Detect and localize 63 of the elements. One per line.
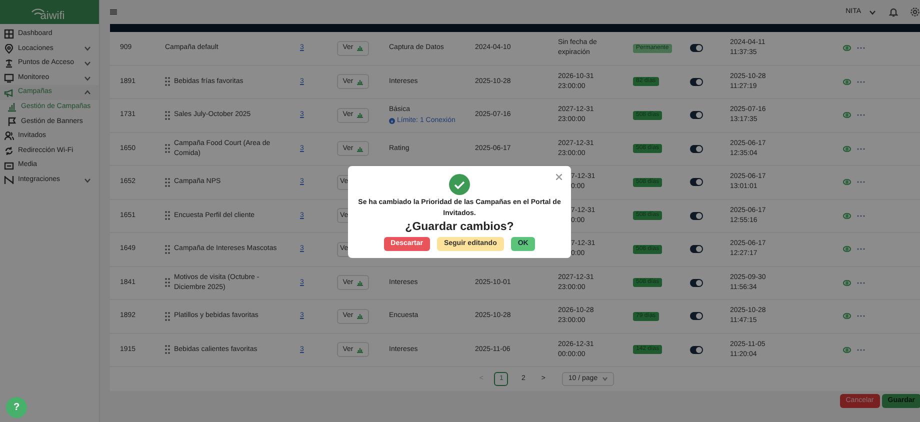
redirect-icon [4, 146, 14, 156]
eye-icon [843, 179, 851, 186]
integration-icon [4, 175, 14, 186]
antenna-icon [4, 58, 14, 68]
monitor-icon [4, 73, 14, 84]
chevron-down-icon [602, 377, 608, 381]
flag-icon [7, 116, 17, 127]
grid-icon [4, 29, 14, 40]
users-icon [4, 131, 14, 142]
megaphone-icon [4, 88, 14, 98]
toggle-switch[interactable] [690, 346, 703, 354]
toggle-switch[interactable] [690, 78, 703, 86]
more-icon [857, 348, 865, 351]
menu-icon [110, 9, 117, 15]
more-icon [857, 315, 865, 318]
logo-text: aiwifi [39, 11, 65, 22]
eye-icon [843, 346, 851, 353]
media-icon [4, 160, 14, 171]
location-pin-icon [4, 44, 14, 54]
dialog-question: ¿Guardar cambios? [405, 220, 514, 234]
settings-icon [910, 7, 920, 17]
toggle-switch[interactable] [690, 44, 703, 52]
chevron-down-icon [84, 178, 91, 183]
eye-icon [843, 112, 851, 118]
more-icon [857, 248, 865, 250]
chevron-down-icon [84, 76, 91, 81]
chevron-down-icon [869, 10, 876, 14]
chevron-up-icon [84, 90, 91, 96]
bell-icon [889, 7, 898, 17]
bar-chart-icon [357, 112, 364, 118]
chevron-down-icon [84, 46, 91, 52]
eye-icon [843, 280, 851, 286]
more-icon [857, 47, 865, 50]
eye-icon [843, 146, 851, 152]
bar-chart-icon [357, 346, 364, 353]
more-icon [857, 114, 865, 116]
toggle-switch[interactable] [690, 212, 703, 220]
bar-chart-icon [357, 146, 364, 152]
bar-chart-icon [7, 102, 17, 112]
bar-chart-icon [357, 78, 364, 85]
more-icon [857, 282, 865, 284]
eye-icon [843, 45, 851, 52]
chevron-down-icon [84, 60, 91, 66]
bar-chart-icon [357, 280, 364, 286]
toggle-switch[interactable] [690, 178, 703, 186]
more-icon [857, 80, 865, 83]
bar-chart-icon [357, 313, 364, 320]
toggle-switch[interactable] [690, 245, 703, 254]
eye-icon [843, 246, 851, 252]
toggle-switch[interactable] [690, 312, 703, 320]
eye-icon [843, 212, 851, 219]
more-icon [857, 181, 865, 184]
success-check-icon [449, 174, 470, 195]
more-icon [857, 214, 865, 217]
eye-icon [843, 313, 851, 320]
toggle-switch[interactable] [690, 111, 703, 120]
toggle-switch[interactable] [690, 144, 703, 153]
toggle-switch[interactable] [690, 278, 703, 287]
close-icon[interactable] [556, 174, 562, 180]
info-icon [389, 118, 395, 124]
bar-chart-icon [357, 45, 364, 52]
more-icon [857, 148, 865, 150]
eye-icon [843, 78, 851, 85]
